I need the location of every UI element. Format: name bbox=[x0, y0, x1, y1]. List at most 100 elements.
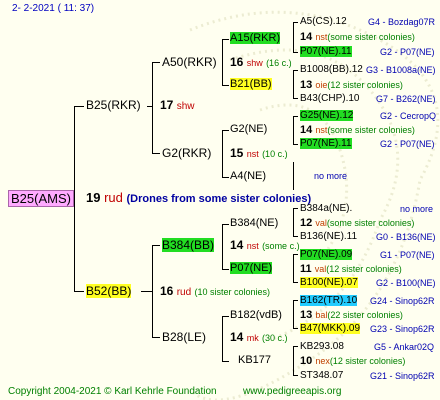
gen4-5-ref: G7 - B262(NE) bbox=[376, 94, 436, 104]
gen4-7-code: nst bbox=[315, 125, 328, 135]
gen4-11-line: 12 val(some sister colonies) bbox=[300, 217, 414, 229]
gen4-19-name[interactable]: KB293.08 bbox=[300, 341, 344, 352]
gen4-16-ref: G24 - Sinop62R bbox=[370, 296, 435, 306]
gen2-a-label[interactable]: A50(RKR) bbox=[162, 55, 217, 69]
gen4-8-ref: G2 - P07(NE) bbox=[380, 139, 435, 149]
gen3-d1-label[interactable]: B182(vdB) bbox=[230, 309, 282, 321]
gen4-4-note: (12 sister colonies) bbox=[327, 80, 403, 90]
gen3-b2-label[interactable]: A4(NE) bbox=[230, 170, 266, 182]
gen2-a-number: 16 bbox=[230, 55, 244, 69]
gen2-c-note: (some c.) bbox=[262, 241, 300, 251]
gen4-4-code: oie bbox=[315, 80, 328, 90]
gen2-a-number-line: 16 shw (16 c.) bbox=[230, 55, 292, 69]
gen4-12-ref: G0 - B136(NE) bbox=[376, 232, 436, 242]
footer-site-link[interactable]: www.pedigreeapis.org bbox=[243, 386, 341, 397]
dam-number: 16 bbox=[160, 284, 174, 298]
gen4-20-line: 10 nex(12 sister colonies) bbox=[300, 355, 405, 367]
gen4-1-note: (some sister colonies) bbox=[327, 32, 415, 42]
gen2-c-code: nst bbox=[246, 241, 259, 251]
sire-label[interactable]: B25(RKR) bbox=[86, 98, 141, 112]
gen4-7-line: 14 nst(some sister colonies) bbox=[300, 124, 415, 136]
gen4-2-ref: G2 - P07(NE) bbox=[380, 47, 435, 57]
gen4-13-name[interactable]: P07(NE).09 bbox=[300, 249, 353, 260]
gen4-12-name[interactable]: B136(NE).11 bbox=[300, 231, 357, 242]
dam-code: rud bbox=[176, 287, 192, 298]
gen3-c2-label[interactable]: P07(NE) bbox=[230, 262, 273, 274]
gen3-a2-label[interactable]: B21(BB) bbox=[230, 78, 272, 90]
gen4-20-number: 10 bbox=[300, 355, 313, 367]
gen4-1-code: nst bbox=[315, 32, 328, 42]
gen4-4-number: 13 bbox=[300, 79, 313, 91]
gen2-b-label[interactable]: G2(RKR) bbox=[162, 146, 211, 160]
gen4-20-note: (12 sister colonies) bbox=[329, 356, 406, 366]
gen4-20-code: nex bbox=[315, 356, 330, 366]
gen4-14-note: (12 sister colonies) bbox=[326, 264, 402, 274]
footer-copyright: Copyright 2004-2021 © Karl Kehrle Founda… bbox=[8, 386, 217, 397]
gen4-8-name[interactable]: P07(NE).11 bbox=[300, 138, 352, 149]
gen4-7-note: (some sister colonies) bbox=[327, 125, 415, 135]
gen4-0-ref: G4 - Bozdag07R bbox=[368, 17, 436, 27]
gen4-10-name[interactable]: B384a(NE). bbox=[300, 203, 352, 214]
gen4-14-number: 11 bbox=[300, 263, 312, 275]
gen2-b-code: nst bbox=[246, 149, 259, 159]
gen4-17-number: 13 bbox=[300, 309, 313, 321]
gen4-1-number: 14 bbox=[300, 31, 313, 43]
gen2-b-number: 15 bbox=[230, 146, 244, 160]
gen4-9-more: no more bbox=[314, 171, 348, 181]
gen2-b-number-line: 15 nst (10 c.) bbox=[230, 146, 288, 160]
gen4-19-ref: G5 - Ankar02Q bbox=[374, 342, 435, 352]
gen4-4-line: 13 oie(12 sister colonies) bbox=[300, 79, 403, 91]
gen4-17-line: 13 bal(22 sister colonies) bbox=[300, 309, 403, 321]
gen2-c-label[interactable]: B384(BB) bbox=[162, 238, 215, 252]
gen4-1-line: 14 nst(some sister colonies) bbox=[300, 31, 415, 43]
gen3-a1-label[interactable]: A15(RKR) bbox=[230, 32, 281, 44]
gen4-11-code: val bbox=[315, 218, 327, 228]
gen2-a-note: (16 c.) bbox=[266, 58, 292, 68]
gen4-6-name[interactable]: G25(NE).12 bbox=[300, 110, 354, 121]
gen4-18-ref: G23 - Sinop62R bbox=[370, 324, 435, 334]
gen2-a-code: shw bbox=[246, 58, 263, 68]
gen2-c-number: 14 bbox=[230, 238, 244, 252]
gen3-c1-label[interactable]: B384(NE) bbox=[230, 217, 278, 229]
gen3-d2-label[interactable]: KB177 bbox=[238, 354, 271, 366]
gen2-c-number-line: 14 nst (some c.) bbox=[230, 238, 300, 252]
gen4-3-name[interactable]: B1008(BB).12 bbox=[300, 64, 363, 75]
root-number-line: 19 rud (Drones from some sister colonies… bbox=[86, 190, 311, 205]
dam-note: (10 sister colonies) bbox=[194, 287, 271, 297]
gen4-6-ref: G2 - CecropQ bbox=[380, 111, 437, 121]
gen4-15-ref: G2 - B100(NE) bbox=[376, 278, 436, 288]
gen3-b1-label[interactable]: G2(NE) bbox=[230, 123, 267, 135]
gen4-3-ref: G3 - B1008a(NE) bbox=[366, 65, 436, 75]
gen4-18-name[interactable]: B47(MKK).09 bbox=[300, 323, 361, 334]
gen4-17-note: (22 sister colonies) bbox=[327, 310, 403, 320]
gen4-14-code: val bbox=[314, 264, 327, 274]
gen4-13-ref: G1 - P07(NE) bbox=[380, 250, 435, 260]
gen4-10-ref: no more bbox=[400, 204, 434, 214]
gen2-d-code: mk bbox=[246, 333, 259, 343]
root-code: rud bbox=[104, 190, 123, 205]
root-queen-label[interactable]: B25(AMS) bbox=[8, 190, 74, 207]
gen4-16-name[interactable]: B162(TR).10 bbox=[300, 295, 358, 306]
gen4-21-name[interactable]: ST348.07 bbox=[300, 370, 343, 381]
gen2-d-note: (30 c.) bbox=[262, 333, 288, 343]
gen4-11-note: (some sister colonies) bbox=[326, 218, 415, 228]
gen4-2-name[interactable]: P07(NE).11 bbox=[300, 46, 352, 57]
gen4-17-code: bal bbox=[315, 310, 328, 320]
dam-label[interactable]: B52(BB) bbox=[86, 284, 132, 298]
root-number: 19 bbox=[86, 190, 101, 205]
sire-code: shw bbox=[176, 101, 195, 112]
gen4-0-name[interactable]: A5(CS).12 bbox=[300, 16, 347, 27]
gen2-d-label[interactable]: B28(LE) bbox=[162, 330, 206, 344]
gen2-d-number: 14 bbox=[230, 330, 244, 344]
root-note: (Drones from some sister colonies) bbox=[126, 193, 312, 205]
sire-number: 17 bbox=[160, 98, 174, 112]
gen4-15-name[interactable]: B100(NE).07 bbox=[300, 277, 358, 288]
dam-number-line: 16 rud (10 sister colonies) bbox=[160, 284, 270, 298]
gen4-7-number: 14 bbox=[300, 124, 313, 136]
gen2-d-number-line: 14 mk (30 c.) bbox=[230, 330, 288, 344]
gen4-11-number: 12 bbox=[300, 217, 313, 229]
date-stamp: 2- 2-2021 ( 11: 37) bbox=[12, 3, 95, 14]
gen2-b-note: (10 c.) bbox=[262, 149, 288, 159]
sire-number-line: 17 shw bbox=[160, 98, 195, 112]
gen4-5-name[interactable]: B43(CHP).10 bbox=[300, 93, 359, 104]
